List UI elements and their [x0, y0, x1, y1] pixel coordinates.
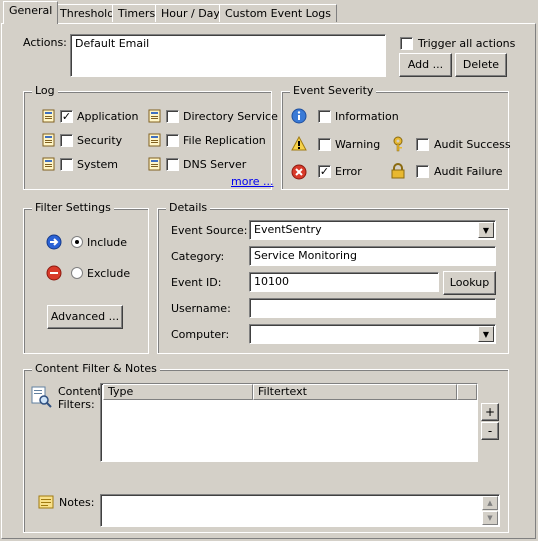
event-log-icon [42, 133, 55, 147]
scroll-up-icon[interactable]: ▲ [482, 496, 498, 510]
severity-audit-failure-label: Audit Failure [434, 165, 503, 178]
event-log-icon [148, 133, 161, 147]
log-security-checkbox[interactable] [60, 134, 73, 147]
content-filters-label-line2: Filters: [58, 398, 95, 411]
log-directory-service-label: Directory Service [183, 110, 278, 123]
include-arrow-icon [46, 234, 62, 250]
filter-settings-caption: Filter Settings [32, 201, 114, 215]
actions-label: Actions: [23, 36, 67, 49]
severity-information-label: Information [335, 110, 399, 123]
log-file-replication-checkbox[interactable] [166, 134, 179, 147]
event-id-label: Event ID: [171, 276, 222, 289]
log-dns-server-checkbox[interactable] [166, 158, 179, 171]
severity-error-checkbox[interactable]: ✓ [318, 165, 331, 178]
tab-custom-event-logs[interactable]: Custom Event Logs [219, 4, 338, 22]
warning-icon [291, 136, 307, 151]
column-header-filtertext-label: Filtertext [258, 385, 307, 398]
log-caption: Log [32, 84, 58, 98]
computer-label: Computer: [171, 328, 230, 341]
log-system-checkbox[interactable] [60, 158, 73, 171]
column-header-type[interactable]: Type [103, 384, 253, 400]
add-action-button[interactable]: Add ... [399, 53, 452, 77]
category-field[interactable]: Service Monitoring [249, 246, 496, 266]
tab-hour-day[interactable]: Hour / Day [155, 4, 226, 22]
chevron-down-icon[interactable]: ▼ [478, 326, 494, 342]
tab-general-label: General [9, 4, 53, 17]
tab-strip: General Threshold Timers Hour / Day Cust… [0, 0, 538, 24]
event-source-select[interactable]: EventSentry ▼ [249, 220, 496, 240]
tab-threshold[interactable]: Threshold [54, 4, 121, 22]
severity-audit-success-checkbox[interactable] [416, 138, 429, 151]
tab-general[interactable]: General [3, 1, 59, 24]
actions-list-item[interactable]: Default Email [75, 37, 149, 50]
severity-warning-label: Warning [335, 138, 381, 151]
content-filter-caption: Content Filter & Notes [32, 362, 160, 376]
tab-custom-event-logs-label: Custom Event Logs [225, 7, 332, 20]
column-header-type-label: Type [108, 385, 134, 398]
information-icon [291, 108, 307, 124]
log-application-checkbox[interactable]: ✓ [60, 110, 73, 123]
log-application-label: Application [77, 110, 139, 123]
key-icon [393, 136, 403, 152]
content-filter-icon [31, 386, 52, 408]
delete-action-button[interactable]: Delete [455, 53, 507, 77]
event-log-icon [148, 109, 161, 123]
severity-error-label: Error [335, 165, 362, 178]
log-file-replication-label: File Replication [183, 134, 266, 147]
error-icon [291, 164, 307, 180]
username-label: Username: [171, 302, 231, 315]
trigger-all-checkbox[interactable] [400, 37, 413, 50]
include-label: Include [87, 236, 128, 249]
details-caption: Details [166, 201, 211, 215]
tab-timers[interactable]: Timers [112, 4, 162, 22]
advanced-button[interactable]: Advanced ... [47, 305, 123, 329]
tab-threshold-label: Threshold [60, 7, 115, 20]
filter-settings-group: Filter Settings [23, 201, 149, 354]
event-source-label: Event Source: [171, 224, 248, 237]
exclude-radio[interactable] [71, 267, 83, 279]
notes-textarea[interactable]: ▲ ▼ [100, 494, 500, 527]
actions-list[interactable]: Default Email [70, 34, 386, 77]
tab-timers-label: Timers [118, 7, 156, 20]
lock-icon [391, 163, 405, 179]
event-source-value: EventSentry [254, 223, 322, 236]
log-security-label: Security [77, 134, 123, 147]
category-value: Service Monitoring [254, 249, 357, 262]
scroll-down-icon[interactable]: ▼ [482, 511, 498, 525]
notes-scrollbar[interactable]: ▲ ▼ [482, 496, 498, 525]
log-directory-service-checkbox[interactable] [166, 110, 179, 123]
event-log-icon [42, 157, 55, 171]
add-filter-button[interactable]: + [481, 403, 499, 421]
log-dns-server-label: DNS Server [183, 158, 247, 171]
severity-audit-success-label: Audit Success [434, 138, 511, 151]
include-radio[interactable] [71, 236, 83, 248]
more-logs-link[interactable]: more ... [231, 175, 273, 189]
username-field[interactable] [249, 298, 496, 318]
severity-warning-checkbox[interactable] [318, 138, 331, 151]
severity-audit-failure-checkbox[interactable] [416, 165, 429, 178]
log-system-label: System [77, 158, 119, 171]
remove-filter-button[interactable]: - [481, 422, 499, 440]
computer-select[interactable]: ▼ [249, 324, 496, 344]
column-header-empty [457, 384, 477, 400]
severity-information-checkbox[interactable] [318, 110, 331, 123]
notes-icon [38, 495, 54, 509]
column-header-filtertext[interactable]: Filtertext [253, 384, 457, 400]
trigger-all-label: Trigger all actions [418, 37, 516, 50]
event-id-value: 10100 [254, 275, 289, 288]
tab-hour-day-label: Hour / Day [161, 7, 220, 20]
exclude-minus-icon [46, 265, 62, 281]
event-id-field[interactable]: 10100 [249, 272, 439, 292]
notes-label: Notes: [59, 496, 95, 509]
content-filters-label-line1: Content [58, 385, 102, 398]
event-severity-caption: Event Severity [290, 84, 377, 98]
lookup-button[interactable]: Lookup [443, 271, 496, 295]
content-filters-table[interactable]: Type Filtertext [100, 383, 478, 462]
event-log-icon [42, 109, 55, 123]
event-log-icon [148, 157, 161, 171]
chevron-down-icon[interactable]: ▼ [478, 222, 494, 238]
exclude-label: Exclude [87, 267, 131, 280]
category-label: Category: [171, 250, 225, 263]
